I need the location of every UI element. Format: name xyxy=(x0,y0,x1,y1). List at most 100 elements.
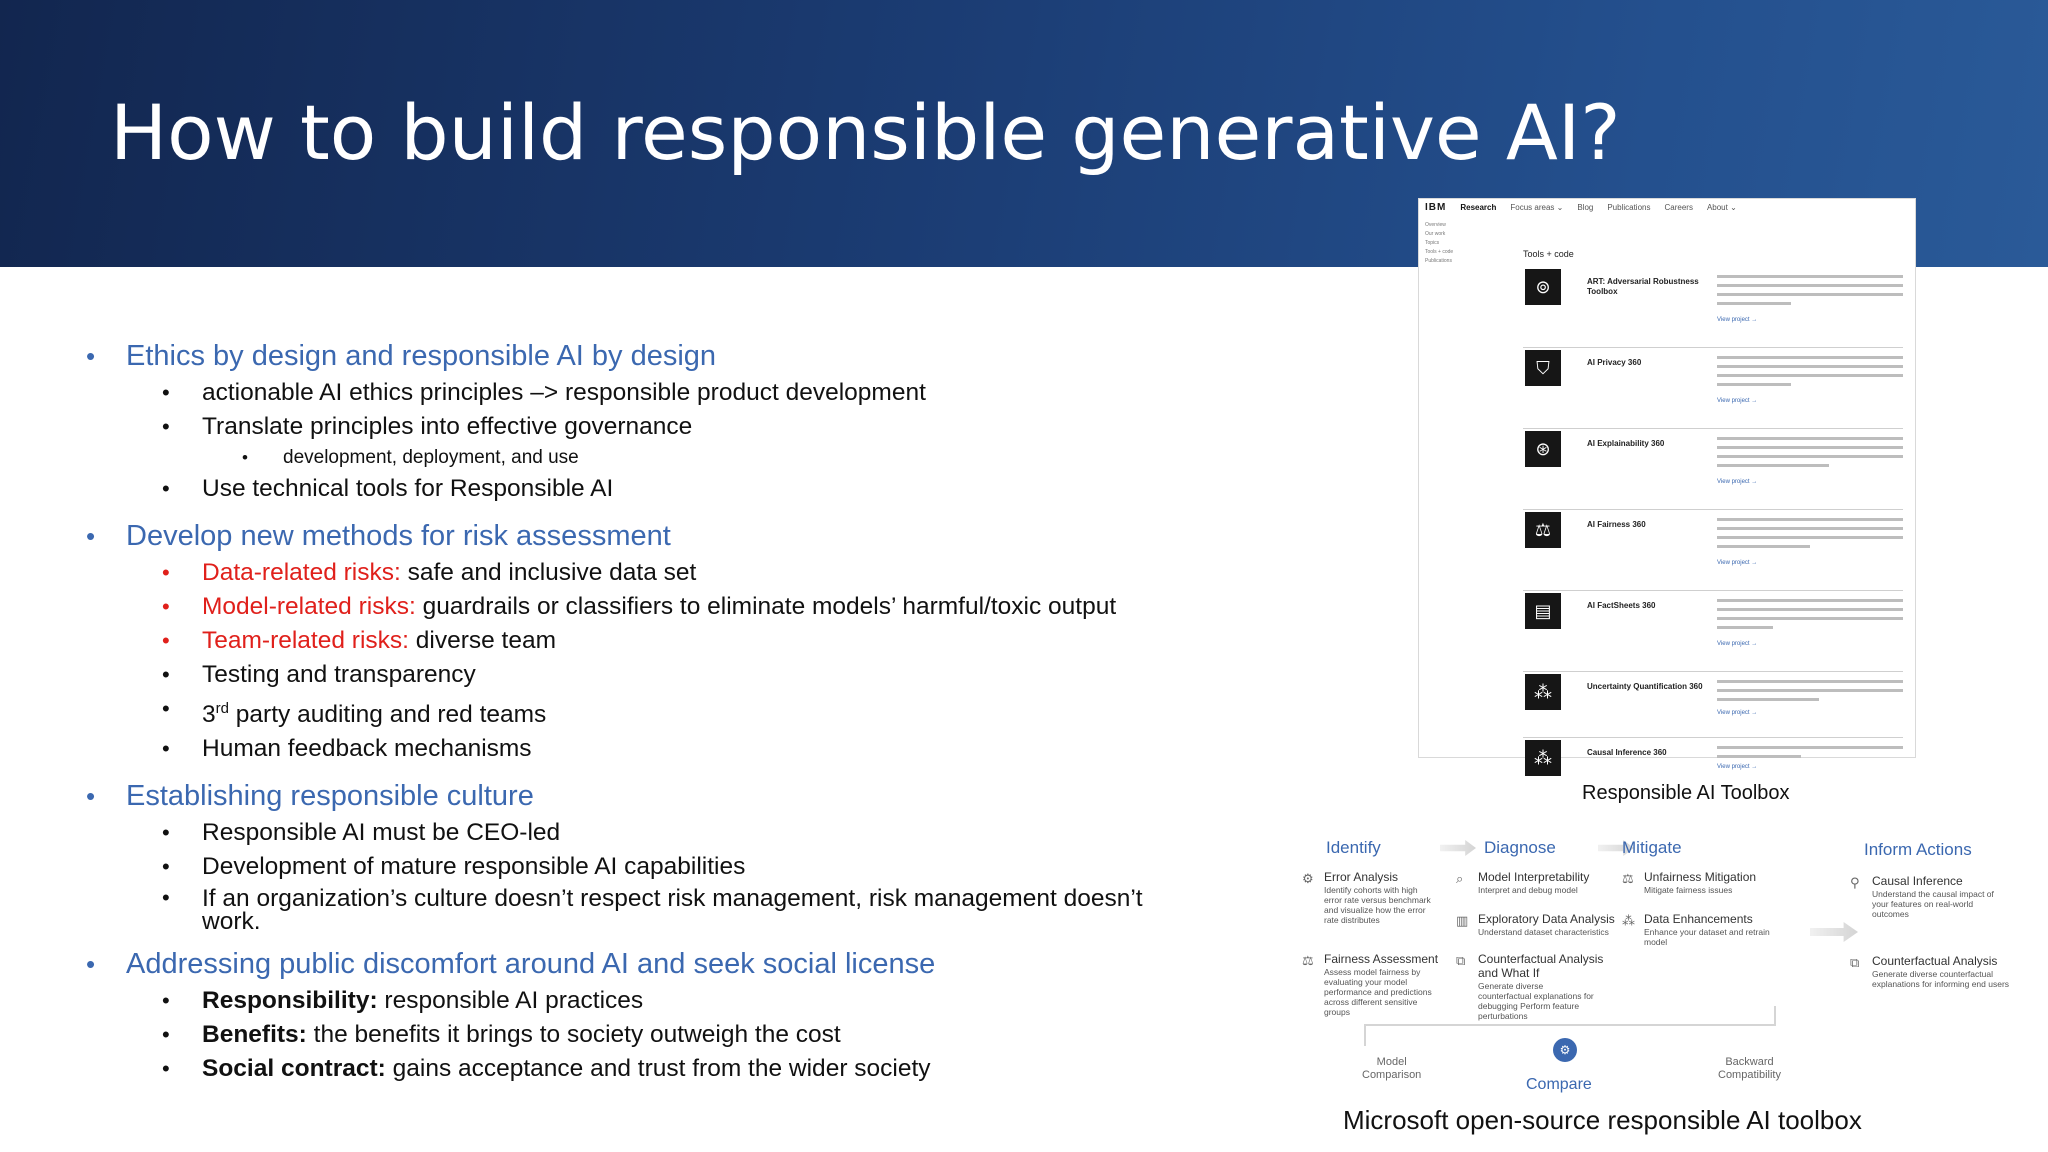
compare-baseline xyxy=(1364,1024,1776,1026)
ms-item-desc: Enhance your dataset and retrain model xyxy=(1644,927,1770,947)
causal-icon: ⚲ xyxy=(1850,875,1860,890)
view-project-link[interactable]: View project → xyxy=(1717,764,1757,770)
ms-item-desc: Assess model fairness by evaluating your… xyxy=(1324,967,1432,1017)
ibm-side-item: Tools + code xyxy=(1425,249,1454,255)
tool-icon: ⊚ xyxy=(1525,269,1561,305)
bullet-text: party auditing and red teams xyxy=(228,701,547,729)
ibm-logo: IBM xyxy=(1425,201,1447,213)
ms-item-title: Error Analysis xyxy=(1324,870,1399,884)
ms-item-title: Unfairness Mitigation xyxy=(1644,870,1757,884)
risk-label: Team-related risks: xyxy=(202,627,409,654)
ms-item-title: Counterfactual Analysis xyxy=(1872,954,1998,968)
ibm-nav-item: Focus areas ⌄ xyxy=(1510,202,1564,212)
bullet-lead: Benefits: xyxy=(202,1021,307,1049)
ibm-tool-row: ⛉ AI Privacy 360 View project → xyxy=(1523,348,1903,429)
ms-item-title: Exploratory Data Analysis xyxy=(1478,912,1615,926)
scales-icon: ⚖ xyxy=(1302,953,1314,968)
risk-label: Data-related risks: xyxy=(202,559,401,586)
ibm-nav-item: About ⌄ xyxy=(1706,202,1737,212)
ibm-tool-row: ⊚ ART: Adversarial Robustness Toolbox Vi… xyxy=(1523,267,1903,348)
tool-name: ART: Adversarial Robustness Toolbox xyxy=(1587,277,1699,296)
scales-icon: ⚖ xyxy=(1622,871,1634,886)
bullet-item: Use technical tools for Responsible AI xyxy=(80,472,1230,506)
bullet-item: Benefits: the benefits it brings to soci… xyxy=(80,1018,1230,1052)
ms-item-title: Counterfactual Analysis and What If xyxy=(1478,952,1604,980)
ms-item-counterfactual-analysis: ⧉ Counterfactual Analysis Generate diver… xyxy=(1850,954,2010,989)
ms-item-desc: Generate diverse counterfactual explanat… xyxy=(1478,981,1594,1021)
view-project-link[interactable]: View project → xyxy=(1717,641,1757,647)
section-heading-social-license: Addressing public discomfort around AI a… xyxy=(80,944,1230,984)
ibm-side-nav: Overview Our work Topics Tools + code Pu… xyxy=(1425,221,1485,266)
ms-caption: Microsoft open-source responsible AI too… xyxy=(1343,1105,1862,1135)
ibm-nav-item: Blog xyxy=(1577,202,1594,212)
bullet-item-data-risk: Data-related risks: safe and inclusive d… xyxy=(80,556,1230,590)
ms-item-title: Model Interpretability xyxy=(1478,870,1590,884)
tool-icon: ⛉ xyxy=(1525,350,1561,386)
ms-item-fairness-assessment: ⚖ Fairness Assessment Assess model fairn… xyxy=(1302,952,1462,1017)
stage-identify: Identify xyxy=(1326,838,1381,857)
sub-bullet-item: development, deployment, and use xyxy=(80,444,1230,472)
view-project-link[interactable]: View project → xyxy=(1717,398,1757,404)
counterfactual-icon: ⧉ xyxy=(1456,953,1466,968)
backward-compatibility-label: Backward Compatibility xyxy=(1718,1056,1781,1082)
label-line: Model xyxy=(1376,1056,1407,1068)
ibm-tool-row: ▤ AI FactSheets 360 View project → xyxy=(1523,591,1903,672)
stage-inform-actions: Inform Actions xyxy=(1864,840,1972,859)
ibm-section-heading: Tools + code xyxy=(1523,249,1574,259)
tool-description xyxy=(1717,518,1903,554)
bullet-item: 3rd party auditing and red teams xyxy=(80,692,1230,732)
bullet-item-model-risk: Model-related risks: guardrails or class… xyxy=(80,590,1230,624)
bullet-lead: Responsibility: xyxy=(202,987,378,1015)
ms-item-causal-inference: ⚲ Causal Inference Understand the causal… xyxy=(1850,874,2010,919)
view-project-link[interactable]: View project → xyxy=(1717,317,1757,323)
ibm-caption: Responsible AI Toolbox xyxy=(1582,782,1790,804)
tool-name: AI Privacy 360 xyxy=(1587,358,1642,367)
ibm-side-item: Our work xyxy=(1425,231,1446,237)
arrow-right-icon xyxy=(1440,840,1476,856)
tool-description xyxy=(1717,275,1903,311)
ibm-tool-row: ⁂ Causal Inference 360 View project → xyxy=(1523,738,1903,782)
magnifier-icon: ⌕ xyxy=(1456,871,1464,886)
bullet-text-line: work. xyxy=(202,908,261,936)
model-comparison-label: Model Comparison xyxy=(1362,1056,1421,1082)
tool-icon: ⁂ xyxy=(1525,740,1561,776)
ibm-side-item: Publications xyxy=(1425,258,1452,264)
bullet-item: Responsibility: responsible AI practices xyxy=(80,984,1230,1018)
tool-name: Causal Inference 360 xyxy=(1587,748,1667,757)
tool-description xyxy=(1717,680,1903,707)
bar-chart-icon: ▥ xyxy=(1456,913,1469,928)
compare-label: Compare xyxy=(1526,1076,1592,1093)
bullet-text: 3 xyxy=(202,701,216,729)
tool-icon: ⊛ xyxy=(1525,431,1561,467)
stage-mitigate: Mitigate xyxy=(1622,838,1682,857)
bullet-item: Development of mature responsible AI cap… xyxy=(80,850,1230,884)
ibm-toolbox-screenshot: IBM Research Focus areas ⌄ Blog Publicat… xyxy=(1418,198,1916,776)
error-analysis-icon: ⚙ xyxy=(1302,871,1314,886)
view-project-link[interactable]: View project → xyxy=(1717,479,1757,485)
risk-text: guardrails or classifiers to eliminate m… xyxy=(415,593,1117,620)
ms-item-desc: Mitigate fairness issues xyxy=(1644,885,1733,895)
bullet-text: responsible AI practices xyxy=(377,987,644,1015)
ms-item-exploratory-data-analysis: ▥ Exploratory Data Analysis Understand d… xyxy=(1456,912,1616,937)
risk-text: diverse team xyxy=(408,627,557,654)
stage-diagnose: Diagnose xyxy=(1484,838,1556,857)
tool-name: AI Explainability 360 xyxy=(1587,439,1665,448)
ibm-nav-bar: IBM Research Focus areas ⌄ Blog Publicat… xyxy=(1419,199,1915,215)
risk-label: Model-related risks: xyxy=(202,593,416,620)
view-project-link[interactable]: View project → xyxy=(1717,560,1757,566)
ibm-nav-item: Careers xyxy=(1664,202,1693,212)
arrow-right-icon xyxy=(1810,922,1858,942)
view-project-link[interactable]: View project → xyxy=(1717,710,1757,716)
ibm-nav-item: Research xyxy=(1460,202,1497,212)
tool-name: AI FactSheets 360 xyxy=(1587,601,1656,610)
risk-text: safe and inclusive data set xyxy=(400,559,697,586)
bullet-item: Testing and transparency xyxy=(80,658,1230,692)
bullet-item: Human feedback mechanisms xyxy=(80,732,1230,766)
ms-item-data-enhancements: ⁂ Data Enhancements Enhance your dataset… xyxy=(1622,912,1782,947)
ms-item-counterfactual-what-if: ⧉ Counterfactual Analysis and What If Ge… xyxy=(1456,952,1616,1021)
label-line: Backward xyxy=(1725,1056,1774,1068)
ibm-tool-row: ⁂ Uncertainty Quantification 360 View pr… xyxy=(1523,672,1903,738)
tool-name: AI Fairness 360 xyxy=(1587,520,1646,529)
tool-name: Uncertainty Quantification 360 xyxy=(1587,682,1703,691)
ibm-tool-list: ⊚ ART: Adversarial Robustness Toolbox Vi… xyxy=(1523,267,1903,782)
